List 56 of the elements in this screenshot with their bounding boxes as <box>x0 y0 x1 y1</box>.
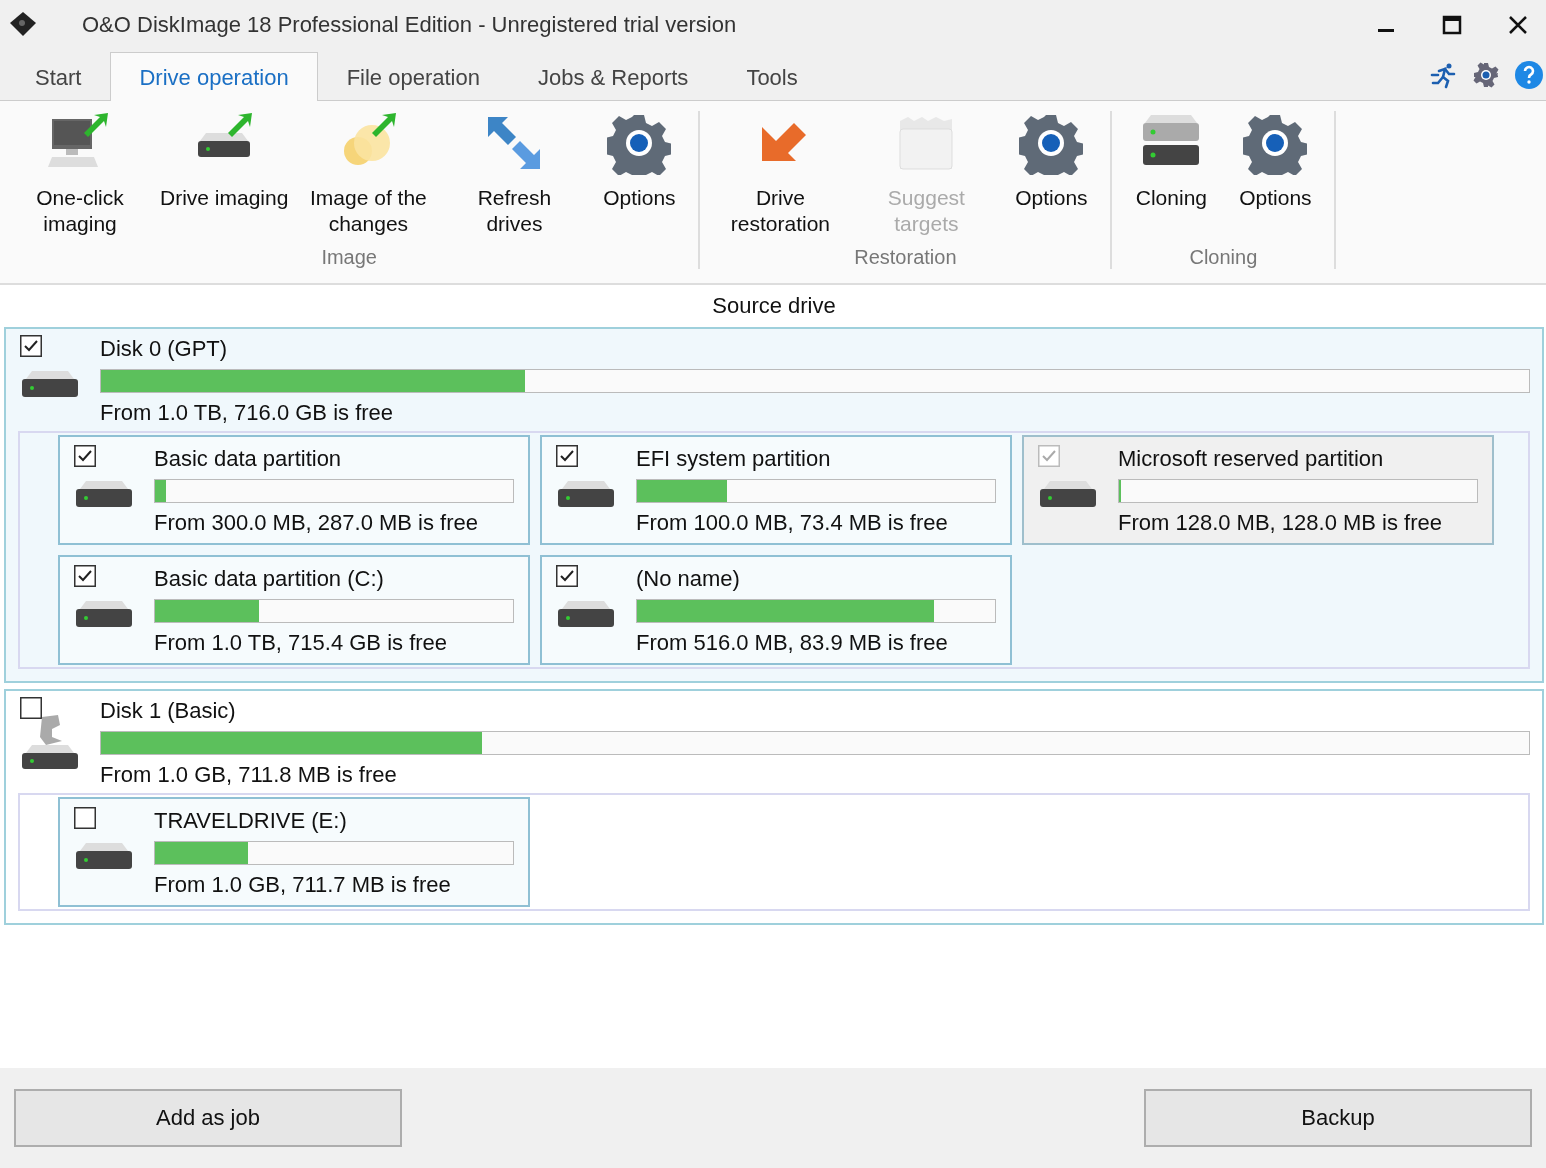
ribbon-button[interactable]: One-click imaging <box>14 111 146 246</box>
partition-summary: From 1.0 GB, 711.7 MB is free <box>154 871 451 899</box>
ribbon-button[interactable]: Drive restoration <box>714 111 847 246</box>
group-label: Cloning <box>1189 246 1258 269</box>
partition-summary: From 516.0 MB, 83.9 MB is free <box>636 629 948 657</box>
backup-button[interactable]: Backup <box>1144 1089 1532 1147</box>
ribbon-tab[interactable]: File operation <box>317 52 509 101</box>
ribbon-button[interactable]: Cloning <box>1126 111 1217 246</box>
group-label: Image <box>321 246 377 269</box>
checkbox[interactable] <box>74 807 96 829</box>
ribbon-tab[interactable]: Tools <box>717 52 827 101</box>
partition-card[interactable]: TRAVELDRIVE (E:) From 1.0 GB, 711.7 MB is free <box>58 797 530 907</box>
disk-summary: From 1.0 TB, 716.0 GB is free <box>100 399 394 427</box>
runner-icon[interactable] <box>1430 61 1458 89</box>
partition-name: (No name) <box>636 565 740 593</box>
section-heading: Source drive <box>711 293 837 319</box>
checkbox[interactable] <box>20 335 42 357</box>
partition-card[interactable]: Basic data partition From 300.0 MB, 287.0 MB is free <box>58 435 530 545</box>
ribbon-button[interactable]: Options <box>594 111 685 246</box>
settings-icon[interactable] <box>1472 61 1500 89</box>
partition-card[interactable]: Basic data partition (C:) From 1.0 TB, 715.4 GB is free <box>58 555 530 665</box>
partition-summary: From 100.0 MB, 73.4 MB is free <box>636 509 948 537</box>
group-label: Restoration <box>854 246 957 269</box>
partition-name: TRAVELDRIVE (E:) <box>154 807 347 835</box>
help-icon[interactable] <box>1514 60 1544 90</box>
partition-name: Basic data partition (C:) <box>154 565 384 593</box>
disk-panel[interactable]: Disk 1 (Basic) From 1.0 GB, 711.8 MB is free TRAVELDRIVE (E:) From 1.0 GB, 711.7 MB is free <box>4 689 1544 925</box>
window-title: O&O DiskImage 18 Professional Edition - Unregistered trial version <box>82 12 738 38</box>
checkbox[interactable] <box>20 697 42 719</box>
partition-summary: From 128.0 MB, 128.0 MB is free <box>1118 509 1443 537</box>
partition-card[interactable]: (No name) From 516.0 MB, 83.9 MB is free <box>540 555 1012 665</box>
ribbon-tab[interactable]: Start <box>6 52 111 101</box>
ribbon-button[interactable]: Image of the changes <box>302 111 435 246</box>
partition-name: Microsoft reserved partition <box>1118 445 1384 473</box>
partition-card[interactable]: EFI system partition From 100.0 MB, 73.4 MB is free <box>540 435 1012 545</box>
checkbox[interactable] <box>74 445 96 467</box>
add-job-button[interactable]: Add as job <box>14 1089 402 1147</box>
close-icon[interactable] <box>1508 15 1528 35</box>
disk-name: Disk 0 (GPT) <box>100 335 228 363</box>
ribbon-button[interactable]: Refresh drives <box>448 111 581 246</box>
partition-summary: From 300.0 MB, 287.0 MB is free <box>154 509 479 537</box>
partition-summary: From 1.0 TB, 715.4 GB is free <box>154 629 448 657</box>
partition-name: Basic data partition <box>154 445 342 473</box>
checkbox[interactable] <box>74 565 96 587</box>
disk-summary: From 1.0 GB, 711.8 MB is free <box>100 761 397 789</box>
disk-panel[interactable] <box>4 327 1544 683</box>
checkbox[interactable] <box>556 445 578 467</box>
disk-name: Disk 1 (Basic) <box>100 697 236 725</box>
maximize-icon[interactable] <box>1442 15 1462 35</box>
checkbox[interactable] <box>556 565 578 587</box>
ribbon-tab[interactable]: Drive operation <box>110 52 318 101</box>
partition-name: EFI system partition <box>636 445 831 473</box>
ribbon-button[interactable]: Options <box>1230 111 1321 246</box>
ribbon-button[interactable]: Options <box>1006 111 1097 246</box>
ribbon-tab[interactable]: Jobs & Reports <box>508 52 718 101</box>
ribbon-button[interactable]: Drive imaging <box>160 111 289 246</box>
